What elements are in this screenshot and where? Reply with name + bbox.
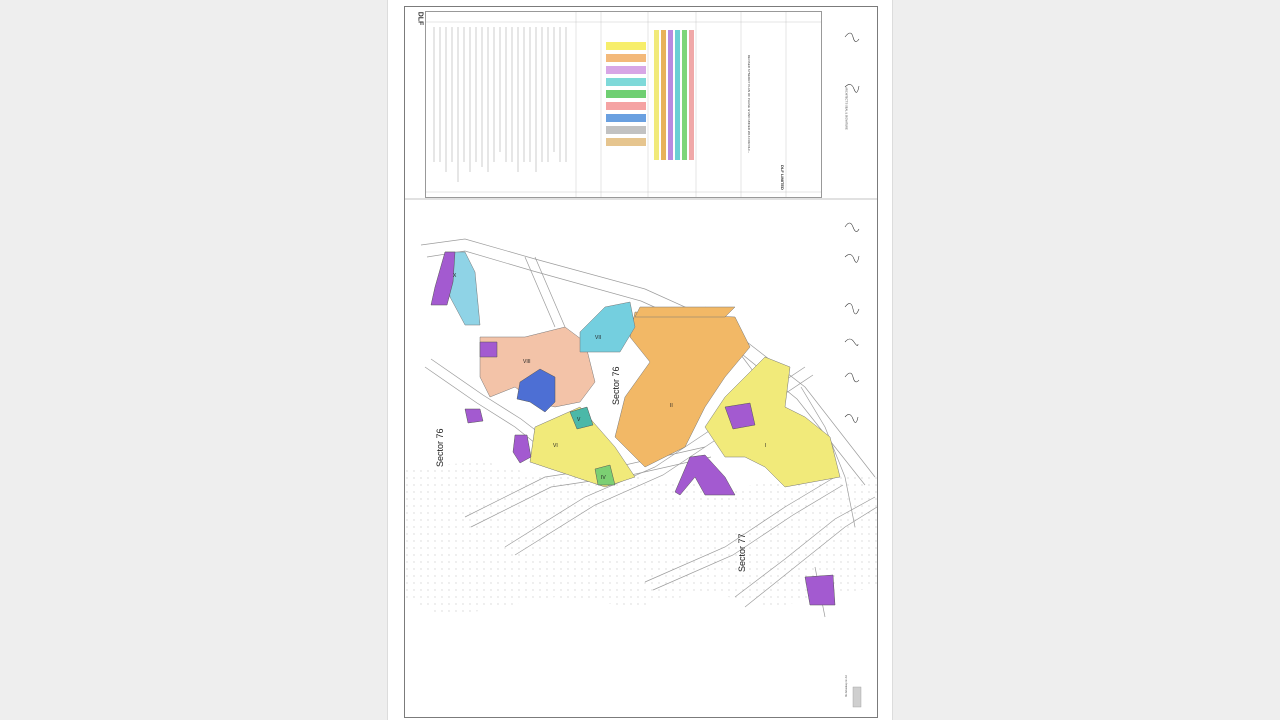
- scale-box: [852, 686, 862, 708]
- signatures: [844, 32, 860, 423]
- document-sheet: DLF REVISED SYNERGY PLAN OF PHASE II/ AN…: [388, 0, 892, 720]
- phase-ii-top-strip: [634, 306, 736, 318]
- phase-label-viii: VIII: [523, 359, 531, 365]
- phase-label-ii: II: [670, 403, 673, 409]
- phase-label-iv: IV: [601, 475, 606, 481]
- drawing-frame: DLF REVISED SYNERGY PLAN OF PHASE II/ AN…: [404, 6, 878, 718]
- phase-label-i: I: [765, 443, 766, 449]
- sector-76-left-label: Sector 76: [435, 428, 445, 467]
- phase-vii-parcel: [579, 301, 636, 353]
- bottom-note: Ms Arkadeep GLXA: [845, 675, 848, 697]
- sector-76-center-label: Sector 76: [611, 366, 621, 405]
- phase-label-vi: VI: [553, 443, 558, 449]
- sector-77-label: Sector 77: [737, 533, 747, 572]
- sector-77-zone: [405, 462, 877, 617]
- phase-label-vii: VII: [595, 335, 601, 341]
- site-plan-map: Sector 76 Sector 76 Sector 77 X VIII VII…: [405, 32, 877, 708]
